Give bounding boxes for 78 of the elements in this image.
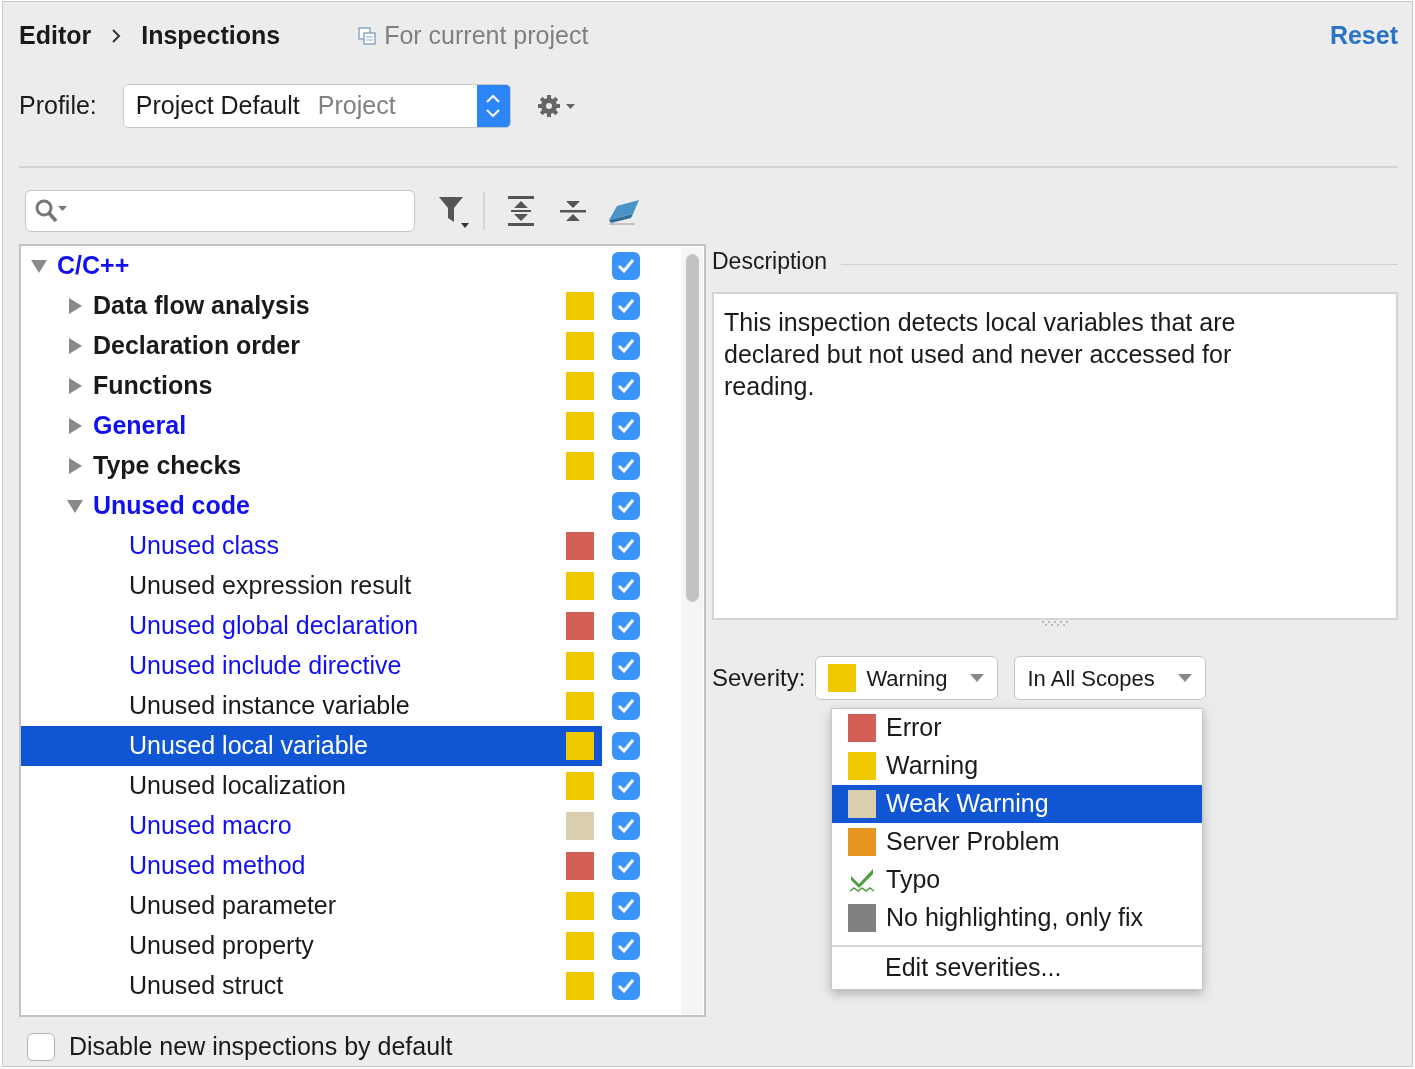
checkbox[interactable] — [612, 652, 640, 680]
tree-row[interactable]: Type checks — [21, 446, 602, 486]
breadcrumb-item: Editor — [19, 20, 92, 52]
checkbox[interactable] — [612, 572, 640, 600]
collapsed-arrow-icon[interactable] — [66, 457, 84, 475]
tree-row[interactable]: Unused property — [21, 926, 602, 966]
menu-item[interactable]: Weak Warning — [832, 785, 1202, 823]
collapsed-arrow-icon[interactable] — [66, 297, 84, 315]
profile-dropdown[interactable]: Project Default Project — [122, 84, 511, 128]
scrollbar[interactable] — [681, 248, 703, 1015]
checkbox[interactable] — [612, 772, 640, 800]
menu-item[interactable]: Warning — [832, 747, 1202, 785]
checkbox[interactable] — [612, 972, 640, 1000]
tree-row[interactable]: Unused instance variable — [21, 686, 602, 726]
tree-row[interactable]: Unused global declaration — [21, 606, 602, 646]
caret-icon — [969, 673, 986, 683]
tree-row[interactable]: Declaration order — [21, 326, 602, 366]
collapsed-arrow-icon[interactable] — [66, 417, 84, 435]
tree-row[interactable]: Unused struct — [21, 966, 602, 1006]
scrollbar-thumb[interactable] — [686, 254, 699, 602]
checkbox[interactable] — [612, 692, 640, 720]
tree-row[interactable]: Unused parameter — [21, 886, 602, 926]
scope-note: For current project — [384, 20, 589, 52]
breadcrumb-item: Inspections — [141, 20, 281, 52]
description-text: This inspection detects local variables that are declared but not used and never accessed for reading. — [712, 292, 1398, 620]
caret-icon — [1176, 673, 1193, 683]
tree-row[interactable]: Unused include directive — [21, 646, 602, 686]
checkbox[interactable] — [612, 412, 640, 440]
profile-label: Profile: — [19, 90, 97, 122]
gear-icon[interactable] — [536, 94, 577, 118]
menu-item[interactable]: Edit severities... — [832, 945, 1202, 989]
tree-row[interactable]: Unused macro — [21, 806, 602, 846]
chevron-icon — [111, 29, 122, 43]
checkbox[interactable] — [612, 852, 640, 880]
updown-icon — [485, 92, 502, 120]
tree-row[interactable]: Data flow analysis — [21, 286, 602, 326]
resize-grip-icon[interactable] — [1040, 620, 1070, 626]
menu-item[interactable]: Error — [832, 709, 1202, 747]
checkbox[interactable] — [612, 252, 640, 280]
collapsed-arrow-icon[interactable] — [66, 377, 84, 395]
checkbox[interactable] — [612, 932, 640, 960]
expanded-arrow-icon[interactable] — [66, 497, 84, 515]
checkbox[interactable] — [27, 1032, 55, 1061]
checkbox-label: Disable new inspections by default — [69, 1031, 453, 1062]
checkbox[interactable] — [612, 732, 640, 760]
inspection-tree[interactable] — [19, 244, 706, 1017]
search-icon — [34, 198, 68, 224]
tree-row[interactable]: Unused method — [21, 846, 602, 886]
checkbox[interactable] — [612, 492, 640, 520]
menu-item[interactable]: Server Problem — [832, 823, 1202, 861]
tree-row[interactable]: C/C++ — [21, 246, 602, 286]
expand-all-icon[interactable] — [507, 195, 535, 227]
tree-row[interactable]: Functions — [21, 366, 602, 406]
scope-dropdown[interactable]: In All Scopes — [1014, 656, 1206, 700]
checkbox[interactable] — [612, 292, 640, 320]
checkbox[interactable] — [612, 892, 640, 920]
tree-row[interactable]: Unused class — [21, 526, 602, 566]
reset-link[interactable]: Reset — [1329, 17, 1398, 55]
menu-item[interactable]: No highlighting, only fix — [832, 899, 1202, 937]
checkbox[interactable] — [612, 812, 640, 840]
checkbox[interactable] — [612, 612, 640, 640]
checkbox[interactable] — [612, 452, 640, 480]
tree-row[interactable]: Unused code — [21, 486, 602, 526]
expanded-arrow-icon[interactable] — [30, 257, 48, 275]
severity-label: Severity: — [712, 663, 806, 693]
tree-row[interactable]: Unused local variable — [21, 726, 602, 766]
collapsed-arrow-icon[interactable] — [66, 337, 84, 355]
tree-row[interactable]: Unused expression result — [21, 566, 602, 606]
tree-row[interactable]: General — [21, 406, 602, 446]
menu-item[interactable]: Typo — [832, 861, 1202, 899]
checkbox[interactable] — [612, 332, 640, 360]
checkbox[interactable] — [612, 532, 640, 560]
search-field[interactable] — [25, 190, 415, 232]
tree-row[interactable]: Unused localization — [21, 766, 602, 806]
section-title: Description — [712, 246, 828, 276]
copy-icon — [358, 27, 377, 45]
checkbox[interactable] — [612, 372, 640, 400]
severity-dropdown[interactable]: Warning — [815, 656, 999, 700]
